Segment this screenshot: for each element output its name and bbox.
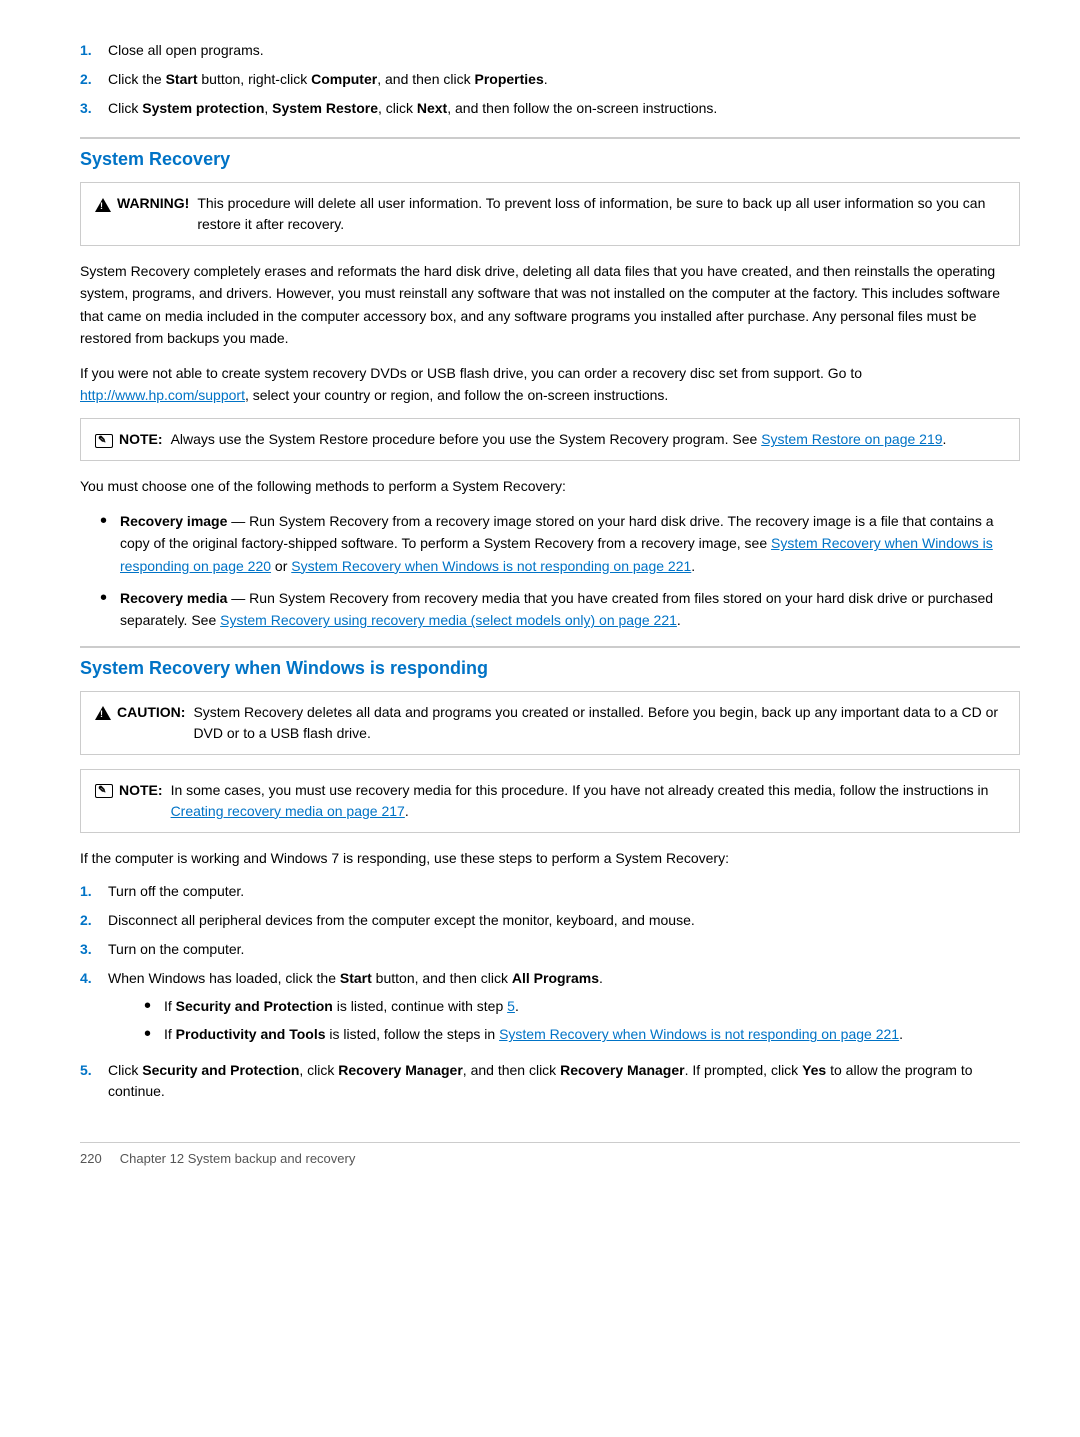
note-box-system-restore: NOTE: Always use the System Restore proc… [80, 418, 1020, 461]
note-label-text: NOTE: [119, 429, 163, 450]
note-text: Always use the System Restore procedure … [171, 429, 947, 450]
recovery-methods-list: • Recovery image — Run System Recovery f… [80, 510, 1020, 632]
responding-step-2: 2. Disconnect all peripheral devices fro… [80, 910, 1020, 931]
step-text: Turn off the computer. [108, 881, 244, 902]
caution-box: CAUTION: System Recovery deletes all dat… [80, 691, 1020, 755]
recovery-method-media-text: Recovery media — Run System Recovery fro… [120, 587, 1020, 632]
warning-triangle-icon [95, 198, 111, 212]
intro-step-3: 3. Click System protection, System Resto… [80, 98, 1020, 119]
recovery-method-media: • Recovery media — Run System Recovery f… [100, 587, 1020, 632]
para2-before-link: If you were not able to create system re… [80, 365, 862, 381]
recovery-method-image: • Recovery image — Run System Recovery f… [100, 510, 1020, 577]
step5-link[interactable]: 5 [507, 998, 515, 1014]
note-label: NOTE: [95, 429, 163, 450]
responding-intro: If the computer is working and Windows 7… [80, 847, 1020, 869]
note-text-before: Always use the System Restore procedure … [171, 431, 762, 447]
bullet-dot: • [100, 588, 112, 608]
step-number: 5. [80, 1060, 108, 1102]
note-document-icon [95, 434, 113, 448]
intro-steps: 1. Close all open programs. 2. Click the… [80, 40, 1020, 119]
note-label-2: NOTE: [95, 780, 163, 801]
warning-label-text: WARNING! [117, 193, 189, 214]
step-text: Close all open programs. [108, 40, 264, 61]
footer-page: 220 [80, 1151, 102, 1166]
system-recovery-para2: If you were not able to create system re… [80, 362, 1020, 407]
step-text: Disconnect all peripheral devices from t… [108, 910, 695, 931]
sub-bullet-text: If Productivity and Tools is listed, fol… [164, 1023, 903, 1045]
step-text: Turn on the computer. [108, 939, 244, 960]
bullet-dot: • [100, 511, 112, 531]
note-label-text-2: NOTE: [119, 780, 163, 801]
step-text: When Windows has loaded, click the Start… [108, 968, 903, 1052]
sub-bullet-dot: • [144, 1024, 156, 1044]
step-number: 4. [80, 968, 108, 1052]
caution-label: CAUTION: [95, 702, 185, 723]
note-text-after: . [943, 431, 947, 447]
recovery-media-link[interactable]: System Recovery using recovery media (se… [220, 612, 677, 628]
sub-bullet-productivity: • If Productivity and Tools is listed, f… [144, 1023, 903, 1045]
responding-step-5: 5. Click Security and Protection, click … [80, 1060, 1020, 1102]
step-text: Click the Start button, right-click Comp… [108, 69, 548, 90]
para2-after-link: , select your country or region, and fol… [245, 387, 668, 403]
step-number: 1. [80, 881, 108, 902]
caution-triangle-icon [95, 706, 111, 720]
system-restore-page-link[interactable]: System Restore on page 219 [761, 431, 942, 447]
not-responding-page-221-link[interactable]: System Recovery when Windows is not resp… [291, 558, 691, 574]
note-document-icon-2 [95, 784, 113, 798]
step-number: 2. [80, 69, 108, 90]
note-text-before-2: In some cases, you must use recovery med… [171, 782, 989, 798]
responding-step-1: 1. Turn off the computer. [80, 881, 1020, 902]
footer: 220 Chapter 12 System backup and recover… [80, 1142, 1020, 1166]
step-text: Click System protection, System Restore,… [108, 98, 717, 119]
sub-bullet-security: • If Security and Protection is listed, … [144, 995, 903, 1017]
note-text-after-2: . [405, 803, 409, 819]
methods-intro: You must choose one of the following met… [80, 475, 1020, 497]
intro-step-2: 2. Click the Start button, right-click C… [80, 69, 1020, 90]
caution-label-text: CAUTION: [117, 702, 185, 723]
system-recovery-para1: System Recovery completely erases and re… [80, 260, 1020, 350]
step-number: 1. [80, 40, 108, 61]
warning-text: This procedure will delete all user info… [197, 193, 1005, 235]
not-responding-page221-link2[interactable]: System Recovery when Windows is not resp… [499, 1026, 899, 1042]
footer-chapter: Chapter 12 System backup and recovery [120, 1151, 356, 1166]
warning-label: WARNING! [95, 193, 189, 214]
responding-step-4: 4. When Windows has loaded, click the St… [80, 968, 1020, 1052]
system-recovery-responding-heading: System Recovery when Windows is respondi… [80, 646, 1020, 679]
recovery-method-image-text: Recovery image — Run System Recovery fro… [120, 510, 1020, 577]
responding-steps: 1. Turn off the computer. 2. Disconnect … [80, 881, 1020, 1102]
intro-step-1: 1. Close all open programs. [80, 40, 1020, 61]
warning-box: WARNING! This procedure will delete all … [80, 182, 1020, 246]
step-number: 2. [80, 910, 108, 931]
step-text: Click Security and Protection, click Rec… [108, 1060, 1020, 1102]
note-box-recovery-media: NOTE: In some cases, you must use recove… [80, 769, 1020, 833]
step-number: 3. [80, 98, 108, 119]
sub-bullets: • If Security and Protection is listed, … [108, 995, 903, 1046]
caution-text: System Recovery deletes all data and pro… [193, 702, 1005, 744]
hp-support-link[interactable]: http://www.hp.com/support [80, 387, 245, 403]
step-number: 3. [80, 939, 108, 960]
creating-recovery-media-link[interactable]: Creating recovery media on page 217 [171, 803, 405, 819]
note-text-2: In some cases, you must use recovery med… [171, 780, 1005, 822]
sub-bullet-text: If Security and Protection is listed, co… [164, 995, 519, 1017]
responding-step-3: 3. Turn on the computer. [80, 939, 1020, 960]
sub-bullet-dot: • [144, 996, 156, 1016]
system-recovery-heading: System Recovery [80, 137, 1020, 170]
